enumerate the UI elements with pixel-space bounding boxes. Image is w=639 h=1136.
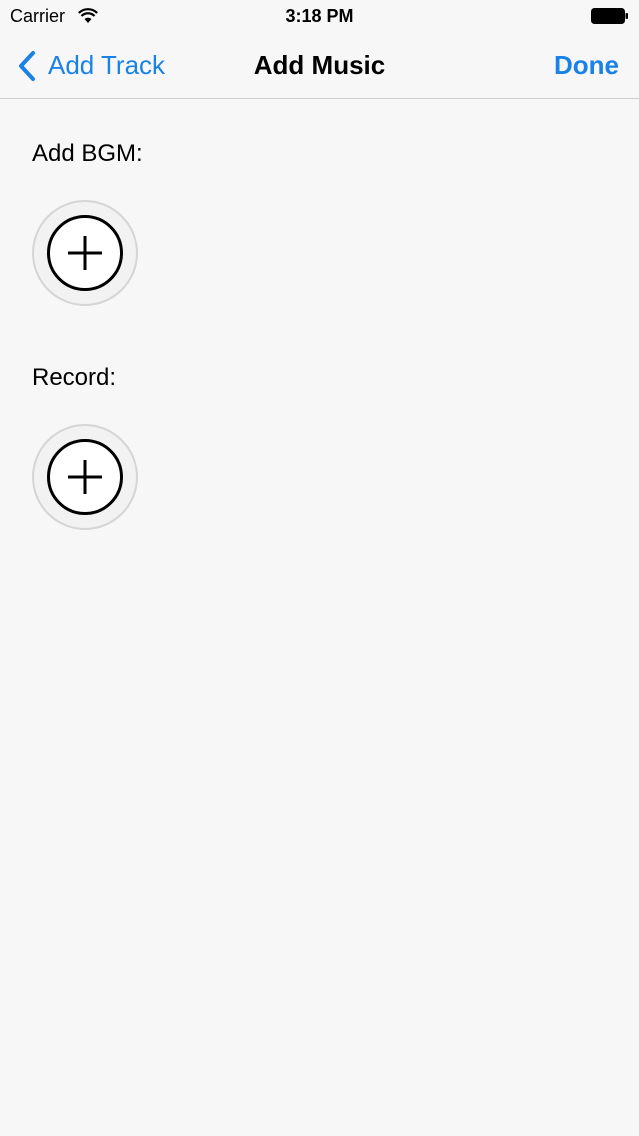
record-label: Record:: [32, 364, 117, 391]
add-bgm-label: Add BGM:: [32, 140, 143, 167]
done-button[interactable]: Done: [554, 32, 619, 99]
plus-circle-icon: [47, 215, 123, 291]
back-button[interactable]: Add Track: [18, 32, 165, 99]
plus-circle-icon: [47, 439, 123, 515]
status-time: 3:18 PM: [285, 6, 354, 26]
add-record-button[interactable]: [32, 424, 138, 530]
navigation-bar: Add Track Add Music Done: [0, 32, 639, 99]
add-music-screen: Carrier 3:18 PM Add Track Add Music Done…: [0, 0, 639, 1136]
add-bgm-button[interactable]: [32, 200, 138, 306]
back-button-label: Add Track: [48, 50, 166, 80]
chevron-left-icon: [19, 50, 35, 81]
status-bar: Carrier 3:18 PM: [0, 0, 639, 32]
battery-icon: [591, 8, 629, 24]
